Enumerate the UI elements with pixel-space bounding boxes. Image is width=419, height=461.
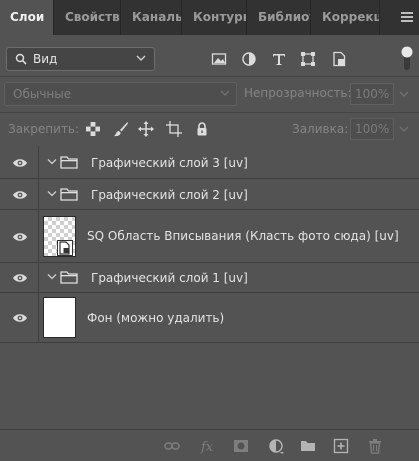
eye-icon[interactable] (12, 157, 28, 169)
blend-mode-select[interactable]: Обычные (4, 82, 237, 106)
folder-icon (60, 271, 78, 284)
fill-label: Заливка: (292, 122, 349, 136)
chevron-down-icon (220, 90, 230, 96)
opacity-label: Непрозрачность: (244, 86, 352, 100)
filter-kind-select[interactable]: Вид (6, 47, 155, 71)
shape-filter-icon[interactable] (300, 51, 316, 67)
chevron-down-icon[interactable] (47, 158, 57, 166)
layer-name: Фон (можно удалить) (87, 311, 225, 325)
link-layers-icon[interactable] (164, 438, 180, 454)
layers-list: Графический слой 3 [uv] Графический слой… (0, 146, 419, 429)
add-mask-icon[interactable] (233, 438, 249, 454)
lock-transparent-pixels-icon[interactable] (85, 121, 101, 137)
smart-object-badge-icon (57, 240, 73, 256)
folder-icon (60, 156, 78, 169)
lock-all-icon[interactable] (194, 121, 210, 137)
layers-bottom-toolbar: fx (0, 429, 419, 461)
lock-image-pixels-icon[interactable] (113, 121, 129, 137)
new-adjustment-layer-icon[interactable] (268, 438, 284, 454)
layer-row-group[interactable]: Графический слой 1 [uv] (0, 263, 419, 293)
fill-input[interactable]: 100% (350, 118, 394, 140)
eye-icon[interactable] (12, 312, 28, 324)
layer-row-background[interactable]: Фон (можно удалить) (0, 293, 419, 343)
tab-paths[interactable]: Контуры (183, 0, 247, 35)
folder-icon (60, 188, 78, 201)
chevron-down-icon (136, 55, 146, 61)
tab-channels[interactable]: Каналы (122, 0, 182, 35)
new-group-icon[interactable] (300, 438, 316, 454)
filter-toggle-switch[interactable] (401, 45, 413, 71)
fx-layer-style-icon[interactable]: fx (200, 438, 216, 454)
svg-text:fx: fx (200, 440, 214, 454)
layer-row-group[interactable]: Графический слой 2 [uv] (0, 179, 419, 210)
layer-name: SQ Область Вписывания (Класть фото сюда)… (87, 229, 399, 243)
new-layer-icon[interactable] (333, 438, 349, 454)
image-filter-icon[interactable] (211, 51, 227, 67)
fill-dropdown-icon[interactable] (398, 123, 410, 135)
eye-icon[interactable] (12, 189, 28, 201)
eye-icon[interactable] (12, 272, 28, 284)
tab-properties[interactable]: Свойства (55, 0, 121, 35)
delete-layer-icon[interactable] (367, 438, 383, 454)
layer-name: Графический слой 1 [uv] (91, 271, 248, 285)
adjustment-filter-icon[interactable] (241, 51, 257, 67)
smart-object-filter-icon[interactable] (331, 51, 347, 67)
blend-mode-value: Обычные (13, 87, 72, 101)
tab-adjustments[interactable]: Коррекция (312, 0, 380, 35)
chevron-down-icon[interactable] (47, 190, 57, 198)
layer-name: Графический слой 3 [uv] (91, 156, 248, 170)
tab-layers[interactable]: Слои (0, 0, 54, 35)
layer-thumbnail[interactable] (43, 297, 76, 338)
chevron-down-icon[interactable] (47, 273, 57, 281)
opacity-input[interactable]: 100% (350, 83, 394, 105)
lock-artboard-icon[interactable] (166, 121, 182, 137)
layer-row-smart-object[interactable]: SQ Область Вписывания (Класть фото сюда)… (0, 210, 419, 263)
lock-position-icon[interactable] (138, 121, 154, 137)
search-icon (15, 53, 27, 65)
filter-kind-value: Вид (33, 52, 58, 66)
eye-icon[interactable] (12, 231, 28, 243)
layer-name: Графический слой 2 [uv] (91, 188, 248, 202)
panel-menu-icon[interactable] (401, 12, 413, 22)
opacity-dropdown-icon[interactable] (398, 88, 410, 100)
panel-tab-bar: Слои Свойства Каналы Контуры Библиотеки … (0, 0, 419, 35)
layer-row-group[interactable]: Графический слой 3 [uv] (0, 146, 419, 179)
type-filter-icon[interactable] (271, 51, 287, 67)
lock-label: Закрепить: (8, 122, 80, 136)
tab-libraries[interactable]: Библиотеки (248, 0, 311, 35)
